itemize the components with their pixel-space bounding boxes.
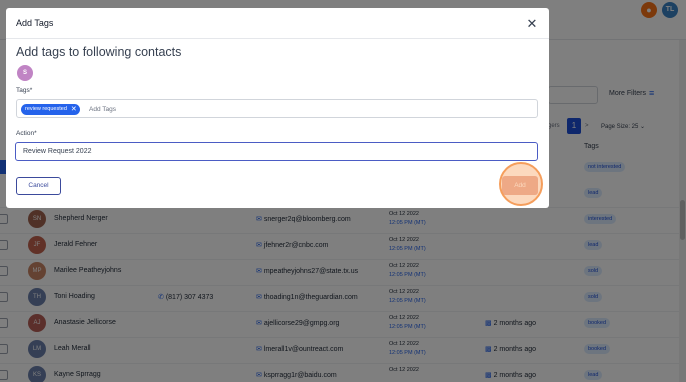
remove-tag-icon[interactable]: ✕ (71, 104, 77, 115)
close-icon[interactable]: ✕ (525, 17, 539, 31)
add-tags-modal: Add Tags ✕ Add tags to following contact… (6, 8, 549, 208)
cancel-button[interactable]: Cancel (16, 177, 61, 195)
click-highlight (499, 162, 543, 206)
modal-title: Add Tags (16, 18, 54, 28)
action-value: Review Request 2022 (23, 148, 92, 155)
add-tags-input[interactable] (89, 103, 289, 115)
action-label: Action* (16, 130, 37, 137)
tags-field[interactable]: review requested ✕ (16, 99, 538, 118)
modal-heading: Add tags to following contacts (16, 45, 182, 59)
contact-avatar: S (17, 65, 33, 81)
action-select[interactable]: Review Request 2022 (15, 142, 538, 161)
selected-tag-chip: review requested ✕ (21, 104, 80, 115)
divider (6, 38, 549, 39)
selected-tag-label: review requested (25, 106, 67, 112)
tags-label: Tags* (16, 87, 33, 94)
